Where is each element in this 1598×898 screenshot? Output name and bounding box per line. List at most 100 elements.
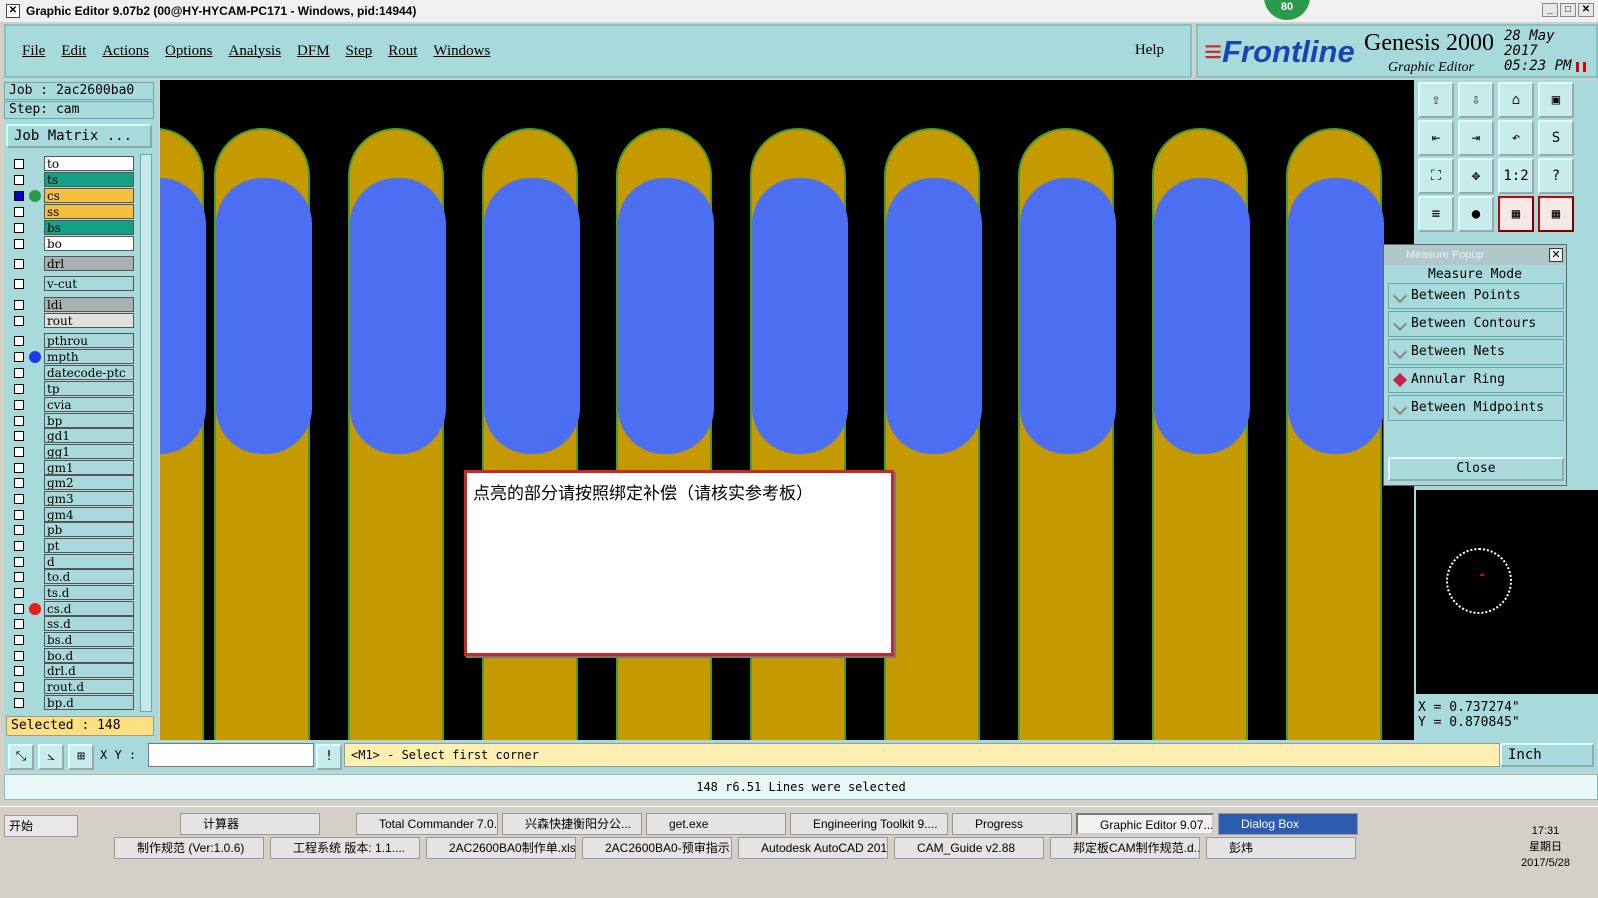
layer-checkbox[interactable] (14, 463, 24, 473)
taskbar-item[interactable]: Total Commander 7.0... (356, 813, 498, 835)
layer-name[interactable]: drl (44, 256, 134, 271)
highlighted-pad[interactable] (350, 178, 446, 454)
highlighted-pad[interactable] (1288, 178, 1384, 454)
xy-input[interactable] (148, 743, 314, 767)
layer-name[interactable]: ldi (44, 297, 134, 312)
taskbar-item[interactable]: Engineering Toolkit 9.... (790, 813, 948, 835)
prev-icon[interactable]: ⇤ (1418, 120, 1454, 156)
layer-checkbox[interactable] (14, 604, 24, 614)
taskbar-item[interactable]: Graphic Editor 9.07... (1076, 813, 1214, 835)
layer-name[interactable]: pthrou (44, 333, 134, 348)
measure-tool-icon[interactable]: ≡ (1418, 196, 1454, 232)
layer-checkbox[interactable] (14, 682, 24, 692)
menu-windows[interactable]: Windows (433, 43, 490, 60)
units-select[interactable]: Inch (1500, 743, 1594, 767)
layer-name[interactable]: d (44, 554, 134, 569)
mini-map[interactable] (1416, 490, 1598, 694)
taskbar-item[interactable]: Progress (952, 813, 1072, 835)
layer-checkbox[interactable] (14, 431, 24, 441)
scale-1-2-icon[interactable]: 1:2 (1498, 158, 1534, 194)
layer-checkbox[interactable] (14, 159, 24, 169)
menu-options[interactable]: Options (165, 43, 213, 60)
layer-row-bo[interactable]: bo (10, 236, 138, 251)
menu-step[interactable]: Step (346, 43, 373, 60)
layer-row-mpth[interactable]: mpth (10, 349, 138, 364)
taskbar-item[interactable]: 制作规范 (Ver:1.0.6) (114, 837, 264, 859)
layer-name[interactable]: bs.d (44, 632, 134, 647)
layer-row-to.d[interactable]: to.d (10, 569, 138, 584)
layer-name[interactable]: ss.d (44, 616, 134, 631)
measure-close-button[interactable]: Close (1388, 457, 1564, 481)
layer-row-rout[interactable]: rout (10, 313, 138, 328)
layer-row-bp.d[interactable]: bp.d (10, 695, 138, 710)
close-icon[interactable]: ✕ (1549, 248, 1563, 262)
layer-row-bs.d[interactable]: bs.d (10, 632, 138, 647)
layer-checkbox[interactable] (14, 635, 24, 645)
layer-row-ldi[interactable]: ldi (10, 297, 138, 312)
home-icon[interactable]: ⌂ (1498, 82, 1534, 118)
minimize-button[interactable]: _ (1542, 3, 1558, 17)
taskbar-item[interactable]: 兴森快捷衡阳分公... (502, 813, 642, 835)
layer-name[interactable]: gm3 (44, 491, 134, 506)
nets-icon[interactable]: ▦ (1498, 196, 1534, 232)
taskbar-item[interactable]: 彭炜 (1206, 837, 1356, 859)
layer-row-rout.d[interactable]: rout.d (10, 679, 138, 694)
layer-name[interactable]: rout (44, 313, 134, 328)
layer-checkbox[interactable] (14, 416, 24, 426)
layer-checkbox[interactable] (14, 259, 24, 269)
layer-name[interactable]: to.d (44, 569, 134, 584)
layer-row-gm1[interactable]: gm1 (10, 460, 138, 475)
maximize-button[interactable]: □ (1560, 3, 1576, 17)
layer-name[interactable]: gd1 (44, 428, 134, 443)
highlighted-pad[interactable] (618, 178, 714, 454)
job-matrix-button[interactable]: Job Matrix ... (6, 124, 152, 148)
layer-checkbox[interactable] (14, 494, 24, 504)
layer-checkbox[interactable] (14, 447, 24, 457)
window-icon[interactable]: ▣ (1538, 82, 1574, 118)
menu-file[interactable]: File (22, 43, 45, 60)
option-between-midpoints[interactable]: Between Midpoints (1388, 395, 1564, 421)
zoom-back-icon[interactable]: ↶ (1498, 120, 1534, 156)
menu-actions[interactable]: Actions (102, 43, 149, 60)
layer-checkbox[interactable] (14, 525, 24, 535)
menu-rout[interactable]: Rout (388, 43, 417, 60)
layer-name[interactable]: cs (44, 188, 134, 203)
layer-checkbox[interactable] (14, 223, 24, 233)
rout-icon[interactable]: S (1538, 120, 1574, 156)
layer-row-ss.d[interactable]: ss.d (10, 616, 138, 631)
menu-analysis[interactable]: Analysis (229, 43, 282, 60)
layer-name[interactable]: pt (44, 538, 134, 553)
layer-row-gm2[interactable]: gm2 (10, 475, 138, 490)
highlighted-pad[interactable] (1020, 178, 1116, 454)
layer-row-gd1[interactable]: gd1 (10, 428, 138, 443)
layer-row-bp[interactable]: bp (10, 413, 138, 428)
taskbar-item[interactable]: CAM_Guide v2.88 (894, 837, 1044, 859)
layer-checkbox[interactable] (14, 666, 24, 676)
layer-row-pb[interactable]: pb (10, 522, 138, 537)
layer-name[interactable]: mpth (44, 349, 134, 364)
layer-checkbox[interactable] (14, 557, 24, 567)
layer-checkbox[interactable] (14, 175, 24, 185)
layer-name[interactable]: v-cut (44, 276, 134, 291)
layer-row-tp[interactable]: tp (10, 381, 138, 396)
layer-checkbox[interactable] (14, 541, 24, 551)
taskbar-item[interactable]: 2AC2600BA0-预审指示... (582, 837, 732, 859)
netlist-icon[interactable]: ▦ (1538, 196, 1574, 232)
layer-checkbox[interactable] (14, 368, 24, 378)
layer-checkbox[interactable] (14, 588, 24, 598)
layer-name[interactable]: gm2 (44, 475, 134, 490)
zoom-window-icon[interactable]: ⤡ (8, 744, 34, 770)
fit-all-icon[interactable]: ⛶ (1418, 158, 1454, 194)
layer-name[interactable]: bo.d (44, 648, 134, 663)
layer-checkbox[interactable] (14, 698, 24, 708)
layer-checkbox[interactable] (14, 478, 24, 488)
taskbar-item[interactable]: Dialog Box (1218, 813, 1358, 835)
layer-name[interactable]: cvia (44, 397, 134, 412)
layer-name[interactable]: ts (44, 172, 134, 187)
option-annular-ring[interactable]: Annular Ring (1388, 367, 1564, 393)
menu-help[interactable]: Help (1135, 42, 1164, 59)
pause-icon[interactable] (1576, 62, 1586, 72)
taskbar-item[interactable]: 工程系统 版本: 1.1.... (270, 837, 420, 859)
option-between-points[interactable]: Between Points (1388, 283, 1564, 309)
layer-name[interactable]: drl.d (44, 663, 134, 678)
